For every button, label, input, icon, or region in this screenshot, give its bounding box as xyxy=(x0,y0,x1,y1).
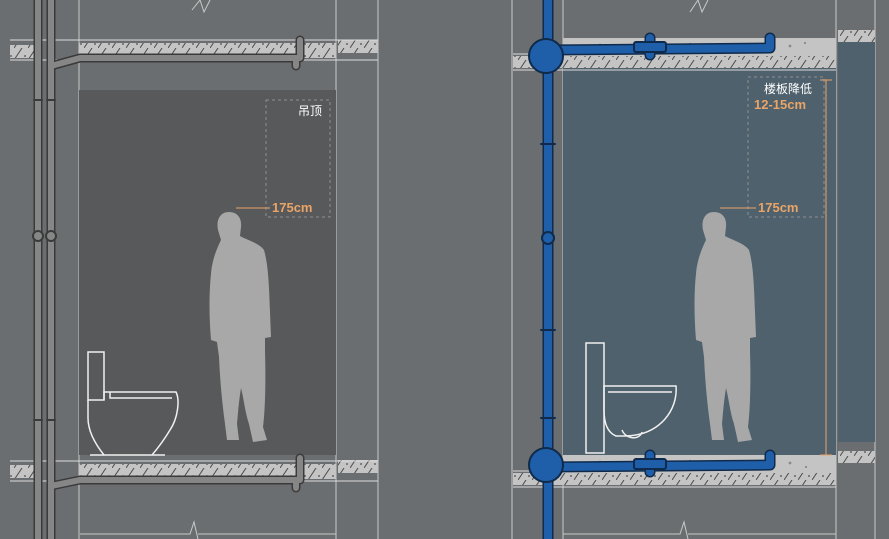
right-height-label: 175cm xyxy=(758,200,799,215)
floor-drop-label: 楼板降低 xyxy=(764,82,813,96)
left-room xyxy=(79,90,336,455)
ceiling-label: 吊顶 xyxy=(298,104,323,118)
bathroom-section-diagram: 吊顶 175cm 楼板降低 12-15cm 175cm xyxy=(0,0,889,539)
left-height-label: 175cm xyxy=(272,200,313,215)
right-adjacent-room xyxy=(838,42,875,442)
floor-drop-value: 12-15cm xyxy=(754,97,807,112)
